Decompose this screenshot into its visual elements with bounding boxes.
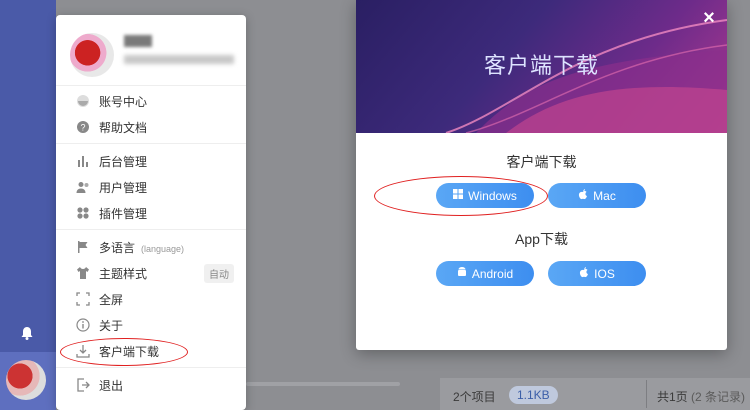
windows-icon (453, 189, 464, 202)
fullscreen-icon (76, 292, 90, 306)
menu-avatar (70, 33, 114, 77)
language-hint: (language) (141, 243, 185, 254)
menu-item-label: 全屏 (99, 292, 124, 307)
menu-item-label: 关于 (99, 318, 124, 333)
users-icon (76, 180, 90, 194)
avatar[interactable] (6, 360, 46, 400)
windows-label: Windows (468, 188, 517, 203)
android-download-button[interactable]: Android (436, 261, 534, 286)
user-name-blurred (124, 35, 152, 47)
info-icon (76, 318, 90, 332)
mac-download-button[interactable]: Mac (548, 183, 646, 208)
windows-download-button[interactable]: Windows (436, 183, 534, 208)
help-icon: ? (76, 120, 90, 134)
divider (56, 143, 246, 144)
ios-label: IOS (594, 266, 615, 281)
divider (56, 229, 246, 230)
modal-banner: 客户端下载 × (356, 0, 727, 133)
menu-item-label: 帮助文档 (99, 120, 148, 135)
menu-item-admin[interactable]: 后台管理 (56, 149, 246, 173)
menu-item-plugin-management[interactable]: 插件管理 (56, 201, 246, 225)
android-label: Android (471, 266, 514, 281)
size-badge: 1.1KB (509, 386, 558, 404)
menu-item-label: 多语言 (language) (99, 240, 185, 255)
left-sidebar (0, 0, 56, 410)
android-icon (457, 267, 467, 280)
item-count: 2个项目 (453, 390, 496, 404)
app-download-heading: App下载 (515, 231, 568, 247)
client-download-heading: 客户端下载 (506, 154, 577, 170)
menu-item-account-center[interactable]: 账号中心 (56, 89, 246, 113)
menu-item-about[interactable]: 关于 (56, 313, 246, 337)
plugin-icon (76, 206, 90, 220)
download-icon (76, 344, 90, 358)
menu-item-client-download[interactable]: 客户端下载 (56, 339, 246, 363)
menu-item-fullscreen[interactable]: 全屏 (56, 287, 246, 311)
bar-chart-icon (76, 154, 90, 168)
menu-item-language[interactable]: 多语言 (language) (56, 235, 246, 259)
logout-icon (76, 378, 90, 392)
banner-title: 客户端下载 (483, 53, 599, 78)
user-menu: 账号中心 ? 帮助文档 后台管理 用户管理 插件管理 多语言 (language) (56, 15, 246, 410)
menu-item-label: 退出 (99, 378, 124, 393)
menu-item-label: 后台管理 (99, 154, 148, 169)
bell-icon[interactable] (19, 325, 35, 341)
divider (56, 85, 246, 86)
menu-item-user-management[interactable]: 用户管理 (56, 175, 246, 199)
menu-item-theme[interactable]: 主题样式 自动 (56, 261, 246, 285)
menu-item-label: 主题样式 (99, 266, 148, 281)
status-divider (646, 380, 647, 408)
divider (56, 367, 246, 368)
menu-item-label: 插件管理 (99, 206, 148, 221)
user-email-blurred (124, 55, 234, 64)
close-icon[interactable]: × (701, 8, 717, 28)
user-center-icon (76, 94, 90, 108)
progress-track (246, 382, 400, 386)
menu-item-label: 客户端下载 (99, 344, 160, 359)
record-count: (2 条记录) (691, 390, 746, 404)
apple-icon (578, 188, 588, 203)
apple-icon (579, 266, 589, 281)
ios-download-button[interactable]: IOS (548, 261, 646, 286)
download-modal: 客户端下载 × 客户端下载 Windows Mac App下载 Android … (356, 0, 727, 350)
mac-label: Mac (593, 188, 616, 203)
menu-item-help-docs[interactable]: ? 帮助文档 (56, 115, 246, 139)
menu-item-label: 用户管理 (99, 180, 148, 195)
menu-item-label: 账号中心 (99, 94, 148, 109)
page-count: 共1页 (2 条记录) (657, 390, 746, 404)
flag-icon (76, 240, 90, 254)
shirt-icon (76, 266, 90, 280)
svg-text:?: ? (80, 123, 85, 133)
menu-item-logout[interactable]: 退出 (56, 373, 246, 397)
theme-auto-badge[interactable]: 自动 (204, 263, 234, 283)
